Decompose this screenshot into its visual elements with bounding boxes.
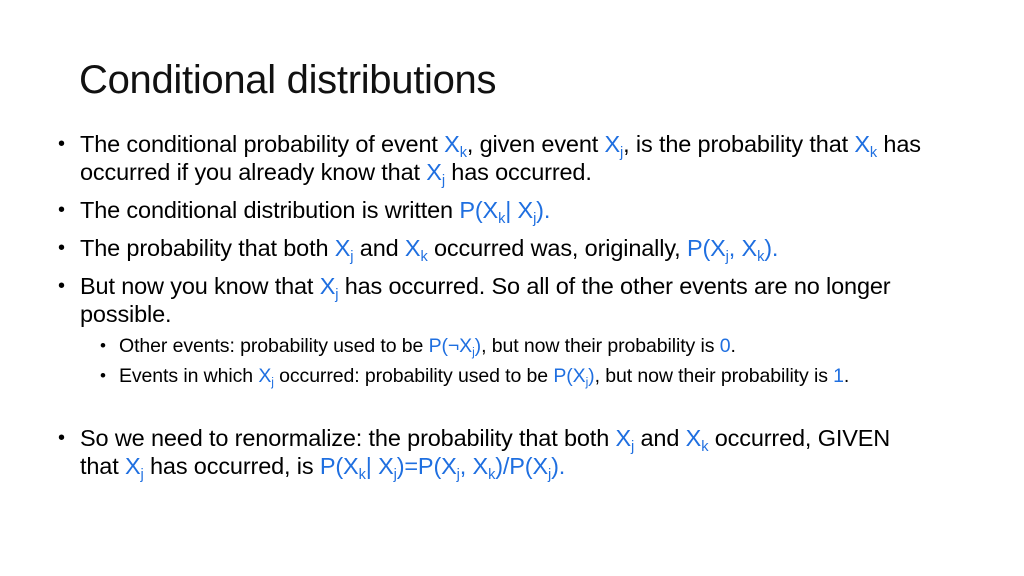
bullet-conditional-probability-definition: The conditional probability of event Xk,… [58, 130, 930, 188]
slide-title: Conditional distributions [79, 58, 497, 102]
text-segment: , but now their probability is [481, 335, 720, 357]
sub-bullet-events-with-xj: Events in which Xj occurred: probability… [100, 364, 859, 388]
text-segment: So we need to renormalize: the probabili… [80, 425, 616, 451]
text-segment: Other events: probability used to be [119, 335, 429, 357]
text-segment: , but now their probability is [594, 365, 834, 387]
math-expression: )=P(X [396, 453, 457, 479]
math-expression: X [444, 131, 460, 157]
math-expression: X [685, 425, 702, 451]
math-expression: ). [551, 453, 566, 479]
math-expression: )/P(X [495, 453, 548, 479]
math-expression: X [426, 159, 442, 185]
math-expression: | X [365, 453, 394, 479]
math-expression: X [319, 273, 336, 299]
text-segment: , given event [466, 131, 605, 157]
math-expression: P(X [459, 197, 499, 223]
text-segment: But now you know that [80, 273, 320, 299]
text-segment: and [634, 425, 686, 451]
math-expression: X [404, 235, 421, 261]
math-expression: X [854, 131, 870, 157]
math-expression: ). [536, 197, 551, 223]
text-segment: , is the probability that [623, 131, 855, 157]
sub-bullet-other-events: Other events: probability used to be P(¬… [100, 334, 919, 358]
math-expression: X [334, 235, 351, 261]
math-expression: X [615, 425, 632, 451]
text-segment: and [353, 235, 405, 261]
text-segment: The conditional distribution is written [80, 197, 460, 223]
math-expression: P(X [553, 365, 586, 387]
math-expression: P(X [319, 453, 359, 479]
math-expression: , X [728, 235, 758, 261]
math-expression: , X [459, 453, 489, 479]
text-segment: Events in which [119, 365, 259, 387]
bullet-renormalize: So we need to renormalize: the probabili… [58, 424, 930, 484]
bullet-joint-probability: The probability that both Xj and Xk occu… [58, 234, 930, 266]
text-segment: occurred was, originally, [427, 235, 687, 261]
text-segment: . [843, 365, 850, 387]
math-expression: X [604, 131, 621, 157]
math-expression: | X [505, 197, 534, 223]
math-expression: 1 [833, 365, 844, 387]
math-expression: ). [764, 235, 779, 261]
math-expression: P(¬X [428, 335, 473, 357]
subscript: k [869, 145, 878, 162]
math-expression: P(X [686, 235, 726, 261]
subscript: k [420, 249, 428, 266]
bullet-conditional-distribution-notation: The conditional distribution is written … [58, 196, 930, 226]
text-segment: has occurred. [444, 159, 592, 185]
text-segment: has occurred, is [143, 453, 320, 479]
subscript: k [358, 467, 366, 484]
text-segment: occurred: probability used to be [273, 365, 554, 387]
text-segment: The conditional probability of event [80, 131, 445, 157]
math-expression: 0 [719, 335, 731, 357]
bullet-xj-occurred: But now you know that Xj has occurred. S… [58, 272, 940, 328]
text-segment: . [730, 335, 736, 357]
math-expression: X [124, 453, 141, 479]
text-segment: The probability that both [80, 235, 335, 261]
math-expression: X [258, 365, 272, 387]
